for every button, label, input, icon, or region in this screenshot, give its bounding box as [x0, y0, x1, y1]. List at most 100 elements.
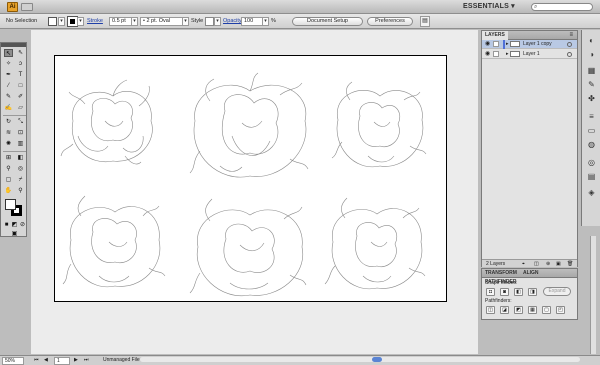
opacity-dropdown[interactable]: ▾: [262, 17, 269, 26]
gradient-mode-icon[interactable]: ◩: [11, 221, 18, 229]
transparency-icon[interactable]: ◍: [586, 140, 597, 150]
new-sublayer-icon[interactable]: ⊕: [546, 260, 550, 268]
target-circle-icon[interactable]: [567, 52, 572, 57]
stroke-color-swatch[interactable]: [67, 16, 78, 27]
tab-layers[interactable]: LAYERS: [482, 31, 508, 40]
visibility-eye-icon[interactable]: ◉: [485, 40, 490, 49]
workspace-switcher[interactable]: ESSENTIALS ▾: [463, 2, 515, 10]
type-tool-icon[interactable]: T: [16, 71, 25, 79]
style-dropdown[interactable]: ▾: [214, 17, 221, 26]
zoom-level-field[interactable]: 50%: [2, 357, 24, 365]
stroke-icon[interactable]: ≡: [586, 112, 597, 122]
scale-tool-icon[interactable]: ⤡: [16, 118, 25, 126]
warp-tool-icon[interactable]: ≋: [4, 129, 13, 137]
slice-tool-icon[interactable]: ⌿: [16, 176, 25, 184]
artboard-number-field[interactable]: 1: [54, 357, 70, 365]
file-status[interactable]: Unmanaged File: [103, 357, 140, 365]
document-setup-button[interactable]: Document Setup: [292, 17, 363, 26]
stroke-dropdown[interactable]: ▾: [77, 17, 84, 26]
fill-swatch[interactable]: [5, 199, 16, 210]
paintbrush-tool-icon[interactable]: ✎: [4, 93, 13, 101]
graphic-styles-icon[interactable]: ▤: [586, 172, 597, 182]
line-tool-icon[interactable]: ⁄: [4, 82, 13, 90]
preferences-button[interactable]: Preferences: [367, 17, 413, 26]
last-artboard-icon[interactable]: ⏭: [84, 357, 89, 365]
expand-triangle-icon[interactable]: ▸: [506, 50, 509, 59]
direct-selection-tool-icon[interactable]: ⇖: [16, 49, 25, 57]
gradient-icon[interactable]: ▭: [586, 126, 597, 136]
fill-dropdown[interactable]: ▾: [58, 17, 65, 26]
mesh-tool-icon[interactable]: ⊞: [4, 154, 13, 162]
eyedropper-tool-icon[interactable]: ⚲: [4, 165, 13, 173]
rotate-tool-icon[interactable]: ↻: [4, 118, 13, 126]
opacity-label[interactable]: Opacity: [223, 17, 242, 26]
new-layer-icon[interactable]: ▣: [556, 260, 561, 268]
expand-triangle-icon[interactable]: ▸: [506, 40, 509, 49]
blend-tool-icon[interactable]: ◎: [16, 165, 25, 173]
pen-tool-icon[interactable]: ✒: [4, 71, 13, 79]
horizontal-scroll-thumb[interactable]: [372, 357, 382, 362]
previous-artboard-icon[interactable]: ◀: [44, 357, 48, 365]
minus-front-button[interactable]: ◙: [500, 288, 509, 296]
selection-tool-icon[interactable]: ↖: [4, 49, 13, 57]
magic-wand-tool-icon[interactable]: ✧: [4, 60, 13, 68]
target-circle-icon[interactable]: [567, 42, 572, 47]
column-graph-tool-icon[interactable]: ▥: [16, 140, 25, 148]
pencil-tool-icon[interactable]: ✐: [16, 93, 25, 101]
layer-name[interactable]: Layer 1: [523, 50, 540, 59]
swatches-icon[interactable]: ▦: [586, 66, 597, 76]
layer-name[interactable]: Layer 1 copy: [523, 40, 552, 49]
minus-back-button[interactable]: ◰: [556, 306, 565, 314]
first-artboard-icon[interactable]: ⏮: [34, 357, 39, 365]
outline-button[interactable]: ▢: [542, 306, 551, 314]
appearance-icon[interactable]: ◎: [586, 158, 597, 168]
brushes-icon[interactable]: ✎: [586, 80, 597, 90]
brush-definition-field[interactable]: • 2 pt. Oval: [140, 17, 184, 26]
hand-tool-icon[interactable]: ✋: [4, 187, 13, 195]
artboard-tool-icon[interactable]: ▢: [4, 176, 13, 184]
graphic-style-swatch[interactable]: [205, 17, 214, 26]
lock-toggle[interactable]: [493, 51, 499, 57]
symbols-icon[interactable]: ✤: [586, 94, 597, 104]
divide-button[interactable]: ◫: [486, 306, 495, 314]
go-to-bridge-button[interactable]: [21, 3, 33, 11]
visibility-eye-icon[interactable]: ◉: [485, 50, 490, 59]
color-icon[interactable]: ◐: [586, 36, 597, 46]
zoom-tool-icon[interactable]: ⚲: [16, 187, 25, 195]
fill-color-swatch[interactable]: [48, 17, 57, 26]
free-transform-tool-icon[interactable]: ⊡: [16, 129, 25, 137]
next-artboard-icon[interactable]: ▶: [74, 357, 78, 365]
trim-button[interactable]: ◪: [500, 306, 509, 314]
eraser-tool-icon[interactable]: ▱: [16, 104, 25, 112]
layer-row[interactable]: ◉ ▸ Layer 1: [482, 50, 577, 59]
stroke-weight-field[interactable]: 0.5 pt: [109, 17, 133, 26]
merge-button[interactable]: ◩: [514, 306, 523, 314]
search-input[interactable]: ⌕: [531, 3, 593, 11]
vertical-scrollbar[interactable]: [590, 236, 596, 354]
horizontal-scrollbar[interactable]: [140, 357, 580, 362]
arrange-documents-icon[interactable]: ▤: [420, 16, 430, 27]
exclude-button[interactable]: ◨: [528, 288, 537, 296]
layers-icon[interactable]: ◈: [586, 188, 597, 198]
expand-button[interactable]: Expand: [543, 287, 571, 296]
delete-layer-icon[interactable]: 🗑: [567, 260, 573, 268]
tab-align[interactable]: ALIGN: [520, 269, 542, 278]
lasso-tool-icon[interactable]: ↄ: [16, 60, 25, 68]
artboard[interactable]: [54, 55, 447, 302]
locate-object-icon[interactable]: ⌖: [522, 260, 525, 268]
opacity-field[interactable]: 100: [241, 17, 263, 26]
stroke-label[interactable]: Stroke: [87, 17, 103, 26]
make-clipping-mask-icon[interactable]: ◫: [534, 260, 539, 268]
gradient-tool-icon[interactable]: ◧: [16, 154, 25, 162]
panel-menu-icon[interactable]: ≡: [569, 31, 573, 40]
stroke-weight-dropdown[interactable]: ▾: [131, 17, 138, 26]
symbol-sprayer-tool-icon[interactable]: ✺: [4, 140, 13, 148]
rectangle-tool-icon[interactable]: □: [16, 82, 25, 90]
blob-brush-tool-icon[interactable]: ✍: [4, 104, 13, 112]
unite-button[interactable]: ◘: [486, 288, 495, 296]
brush-dropdown[interactable]: ▾: [182, 17, 189, 26]
layer-row[interactable]: ◉ ▸ Layer 1 copy: [482, 40, 577, 49]
lock-toggle[interactable]: [493, 41, 499, 47]
color-mode-icon[interactable]: ■: [3, 221, 10, 229]
tools-panel-header[interactable]: [1, 43, 26, 47]
